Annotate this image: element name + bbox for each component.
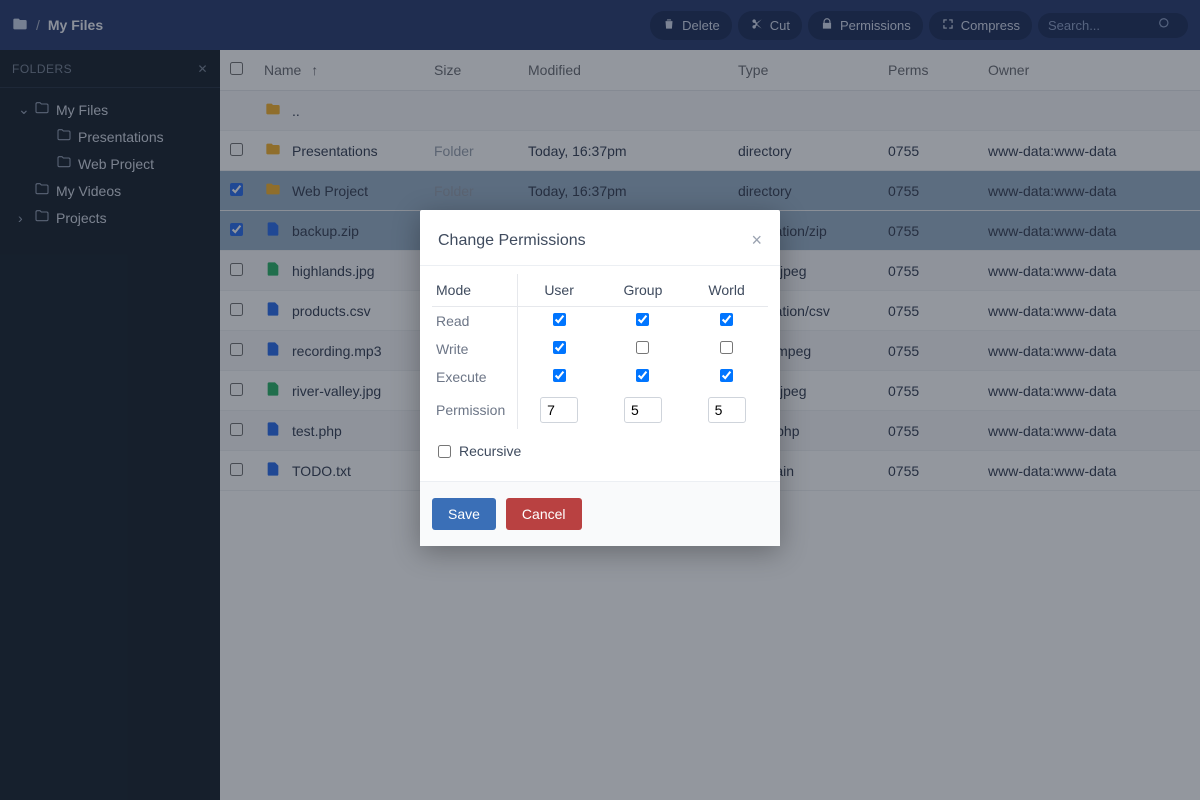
recursive-label[interactable]: Recursive	[459, 443, 521, 459]
perm-octal-user[interactable]	[540, 397, 578, 423]
perm-read-world[interactable]	[720, 313, 733, 326]
perm-octal-group[interactable]	[624, 397, 662, 423]
perm-execute-group[interactable]	[636, 369, 649, 382]
save-button[interactable]: Save	[432, 498, 496, 530]
perm-user: User	[544, 282, 574, 298]
perm-execute-user[interactable]	[553, 369, 566, 382]
perm-read-group[interactable]	[636, 313, 649, 326]
perm-read-user[interactable]	[553, 313, 566, 326]
perm-row-label: Execute	[432, 363, 517, 391]
perm-write-world[interactable]	[720, 341, 733, 354]
modal-title: Change Permissions	[438, 232, 586, 250]
perm-execute-world[interactable]	[720, 369, 733, 382]
perm-mode: Mode	[436, 282, 471, 298]
cancel-button[interactable]: Cancel	[506, 498, 582, 530]
perm-octal-world[interactable]	[708, 397, 746, 423]
permissions-table: Mode User Group World ReadWriteExecutePe…	[432, 274, 768, 429]
modal-close[interactable]: ×	[751, 230, 762, 251]
perm-row-label: Read	[432, 307, 517, 336]
perm-world: World	[708, 282, 744, 298]
perm-write-user[interactable]	[553, 341, 566, 354]
perm-group: Group	[623, 282, 662, 298]
permissions-modal: Change Permissions × Mode User Group Wor…	[420, 210, 780, 546]
perm-row-label: Permission	[432, 391, 517, 429]
perm-write-group[interactable]	[636, 341, 649, 354]
recursive-checkbox[interactable]	[438, 445, 451, 458]
perm-row-label: Write	[432, 335, 517, 363]
